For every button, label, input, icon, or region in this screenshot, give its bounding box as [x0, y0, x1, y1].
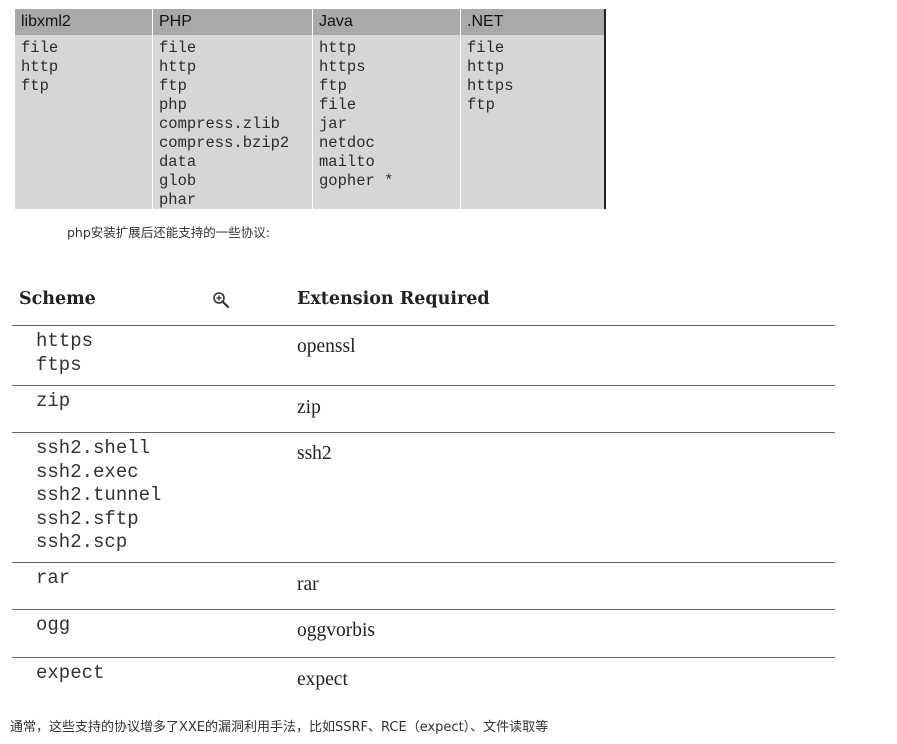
protocol-item: glob [159, 172, 197, 190]
protocol-item: file [159, 39, 197, 57]
table-row: https ftps openssl [12, 326, 835, 386]
scheme-cell: ogg [36, 614, 70, 638]
protocol-item: http [159, 58, 197, 76]
header-dotnet: .NET [460, 9, 604, 35]
protocol-item: data [159, 153, 197, 171]
protocol-item: gopher * [319, 172, 394, 190]
protocol-item: file [21, 39, 59, 57]
scheme-column-header: Scheme [19, 289, 96, 309]
scheme-name: ssh2.tunnel [36, 484, 162, 506]
protocol-item: ftp [319, 77, 347, 95]
zoom-in-icon[interactable] [212, 291, 230, 309]
column-java: http https ftp file jar netdoc mailto go… [312, 35, 460, 209]
scheme-name: ogg [36, 614, 71, 636]
table-row: ssh2.shell ssh2.exec ssh2.tunnel ssh2.sf… [12, 433, 835, 563]
protocol-item: ftp [21, 77, 49, 95]
scheme-name: https [36, 330, 94, 352]
scheme-cell: ssh2.shell ssh2.exec ssh2.tunnel ssh2.sf… [36, 437, 161, 555]
header-libxml2: libxml2 [21, 13, 71, 30]
extension-cell: zip [297, 397, 321, 418]
scheme-name: ssh2.exec [36, 460, 139, 483]
protocol-item: ftp [159, 77, 187, 95]
extension-cell: oggvorbis [297, 620, 375, 641]
extension-cell: expect [297, 669, 348, 690]
protocol-item: https [319, 58, 366, 76]
header-php: PHP [152, 9, 312, 35]
protocol-item: ftp [467, 96, 495, 114]
scheme-name: ssh2.shell [36, 437, 151, 459]
extension-cell: openssl [297, 336, 356, 357]
column-libxml2: file http ftp [15, 35, 152, 209]
protocol-item: file [467, 39, 505, 57]
protocol-table-body: file http ftp file http ftp php compress… [15, 35, 604, 209]
protocol-item: http [319, 39, 357, 57]
protocol-item: file [319, 96, 357, 114]
table-row: zip zip [12, 386, 835, 433]
column-php: file http ftp php compress.zlib compress… [152, 35, 312, 209]
protocol-item: http [467, 58, 505, 76]
protocol-item: compress.zlib [159, 115, 280, 133]
scheme-cell: expect [36, 662, 104, 686]
extension-cell: rar [297, 574, 319, 595]
scheme-cell: zip [36, 390, 70, 414]
table-row: expect expect [12, 658, 835, 703]
protocol-support-table: libxml2 PHP Java .NET file http ftp file… [15, 9, 606, 209]
xxe-summary-text: 通常，这些支持的协议增多了XXE的漏洞利用手法，比如SSRF、RCE（expec… [10, 720, 549, 735]
scheme-name: ftps [36, 353, 82, 376]
scheme-cell: https ftps [36, 330, 93, 377]
scheme-name: zip [36, 390, 71, 412]
protocol-item: compress.bzip2 [159, 134, 290, 152]
header-java: Java [312, 9, 460, 35]
protocol-item: netdoc [319, 134, 375, 152]
scheme-name: ssh2.scp [36, 531, 128, 553]
extension-cell: ssh2 [297, 443, 332, 464]
scheme-name: ssh2.sftp [36, 507, 139, 530]
php-extension-caption: php安装扩展后还能支持的一些协议: [67, 225, 271, 240]
protocol-item: phar [159, 191, 197, 209]
table-row: ogg oggvorbis [12, 610, 835, 658]
protocol-item: https [467, 77, 514, 95]
protocol-item: php [159, 96, 187, 114]
scheme-extension-table: Scheme Extension Required https ftps ope… [12, 283, 835, 703]
scheme-table-header: Scheme Extension Required [12, 283, 835, 326]
table-row: rar rar [12, 563, 835, 610]
protocol-item: http [21, 58, 59, 76]
protocol-item: jar [319, 115, 347, 133]
scheme-name: rar [36, 567, 71, 589]
protocol-item: mailto [319, 153, 375, 171]
scheme-cell: rar [36, 567, 70, 591]
column-dotnet: file http https ftp [460, 35, 604, 209]
protocol-table-header: libxml2 PHP Java .NET [15, 9, 604, 35]
extension-column-header: Extension Required [297, 289, 490, 309]
scheme-name: expect [36, 662, 105, 684]
